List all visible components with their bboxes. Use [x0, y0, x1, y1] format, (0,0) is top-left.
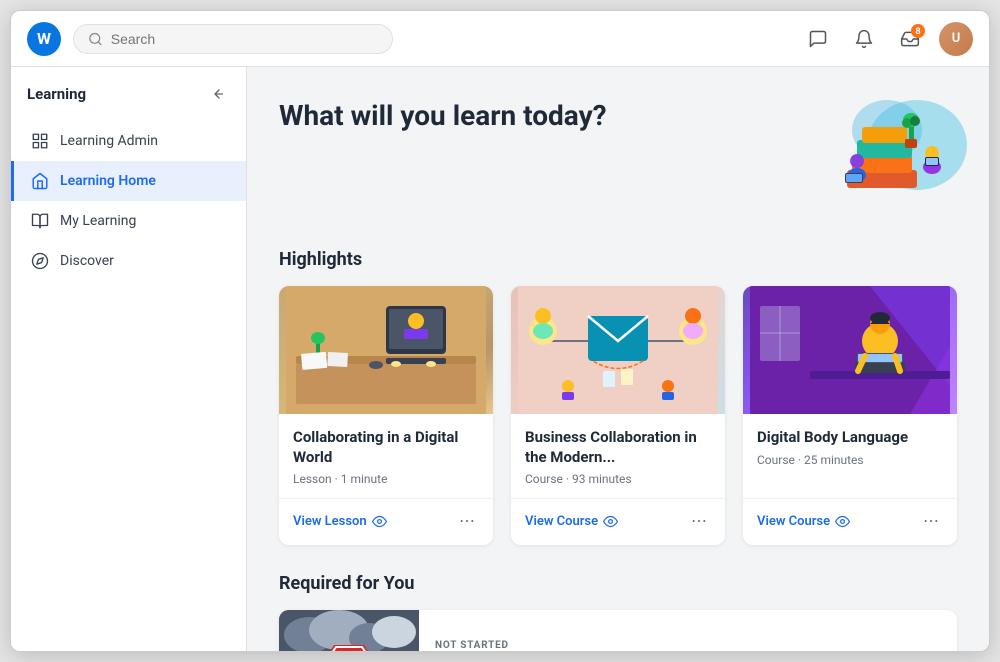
sidebar-item-discover[interactable]: Discover	[11, 241, 246, 281]
app-window: W 8 U	[10, 10, 990, 652]
hero-illustration	[757, 95, 957, 225]
grid-icon	[30, 131, 50, 151]
required-info: NOT STARTED Workplace Harassment & Discr…	[419, 610, 741, 651]
hero-section: What will you learn today?	[279, 95, 957, 225]
view-lesson-link-1[interactable]: View Lesson	[293, 514, 387, 529]
notifications-button[interactable]	[847, 22, 881, 56]
course-card-3: Digital Body Language Course · 25 minute…	[743, 286, 957, 545]
search-input[interactable]	[111, 31, 378, 47]
view-course-link-2[interactable]: View Course	[525, 514, 618, 529]
compass-icon	[30, 251, 50, 271]
sidebar-item-label: Discover	[60, 253, 114, 269]
card-meta-3: Course · 25 minutes	[757, 453, 943, 467]
home-icon	[30, 171, 50, 191]
sidebar-item-learning-admin[interactable]: Learning Admin	[11, 121, 246, 161]
card-more-button-3[interactable]: ⋯	[919, 509, 943, 533]
course-card-2: Business Collaboration in the Modern... …	[511, 286, 725, 545]
chat-icon	[808, 29, 828, 49]
bell-icon	[854, 29, 874, 49]
not-started-badge: NOT STARTED	[435, 640, 725, 651]
card-meta-2: Course · 93 minutes	[525, 472, 711, 486]
inbox-button[interactable]: 8	[893, 22, 927, 56]
main-layout: Learning Learn	[11, 67, 989, 651]
topbar-right: 8 U	[801, 22, 973, 56]
sidebar-collapse-button[interactable]	[204, 81, 230, 107]
workday-logo: W	[27, 22, 61, 56]
card-thumb-1	[279, 286, 493, 414]
hero-title: What will you learn today?	[279, 99, 607, 133]
search-bar[interactable]	[73, 24, 393, 54]
card-title-1: Collaborating in a Digital World	[293, 428, 479, 467]
inbox-badge: 8	[911, 24, 925, 38]
card-footer-2: View Course ⋯	[511, 498, 725, 545]
topbar: W 8 U	[11, 11, 989, 67]
card-thumb-2	[511, 286, 725, 414]
course-card-1: Collaborating in a Digital World Lesson …	[279, 286, 493, 545]
card-more-button-2[interactable]: ⋯	[687, 509, 711, 533]
chat-button[interactable]	[801, 22, 835, 56]
avatar[interactable]: U	[939, 22, 973, 56]
sidebar-nav: Learning Admin Learning Home	[11, 117, 246, 285]
card-more-button-1[interactable]: ⋯	[455, 509, 479, 533]
eye-icon	[372, 514, 387, 529]
card-title-3: Digital Body Language	[757, 428, 943, 448]
sidebar-item-label: Learning Admin	[60, 133, 158, 149]
card-body-2: Business Collaboration in the Modern... …	[511, 414, 725, 486]
card-body-1: Collaborating in a Digital World Lesson …	[279, 414, 493, 486]
search-icon	[88, 31, 103, 47]
main-content: What will you learn today?	[247, 67, 989, 651]
required-section-title: Required for You	[279, 573, 957, 594]
card-thumb-3	[743, 286, 957, 414]
card-meta-1: Lesson · 1 minute	[293, 472, 479, 486]
card-body-3: Digital Body Language Course · 25 minute…	[743, 414, 957, 486]
collapse-icon	[209, 86, 225, 102]
card-title-2: Business Collaboration in the Modern...	[525, 428, 711, 467]
sidebar-item-label: My Learning	[60, 213, 136, 229]
sidebar-title: Learning	[27, 85, 86, 103]
eye-icon-3	[835, 514, 850, 529]
required-thumb: STOP	[279, 610, 419, 651]
card-footer-3: View Course ⋯	[743, 498, 957, 545]
sidebar-header: Learning	[11, 67, 246, 117]
eye-icon-2	[603, 514, 618, 529]
view-course-link-3[interactable]: View Course	[757, 514, 850, 529]
sidebar-item-learning-home[interactable]: Learning Home	[11, 161, 246, 201]
book-icon	[30, 211, 50, 231]
sidebar-item-my-learning[interactable]: My Learning	[11, 201, 246, 241]
highlights-title: Highlights	[279, 249, 957, 270]
card-footer-1: View Lesson ⋯	[279, 498, 493, 545]
sidebar-item-label: Learning Home	[60, 173, 156, 189]
required-item: STOP NOT STARTED Workplace Harassment & …	[279, 610, 957, 651]
sidebar: Learning Learn	[11, 67, 247, 651]
cards-row: Collaborating in a Digital World Lesson …	[279, 286, 957, 545]
